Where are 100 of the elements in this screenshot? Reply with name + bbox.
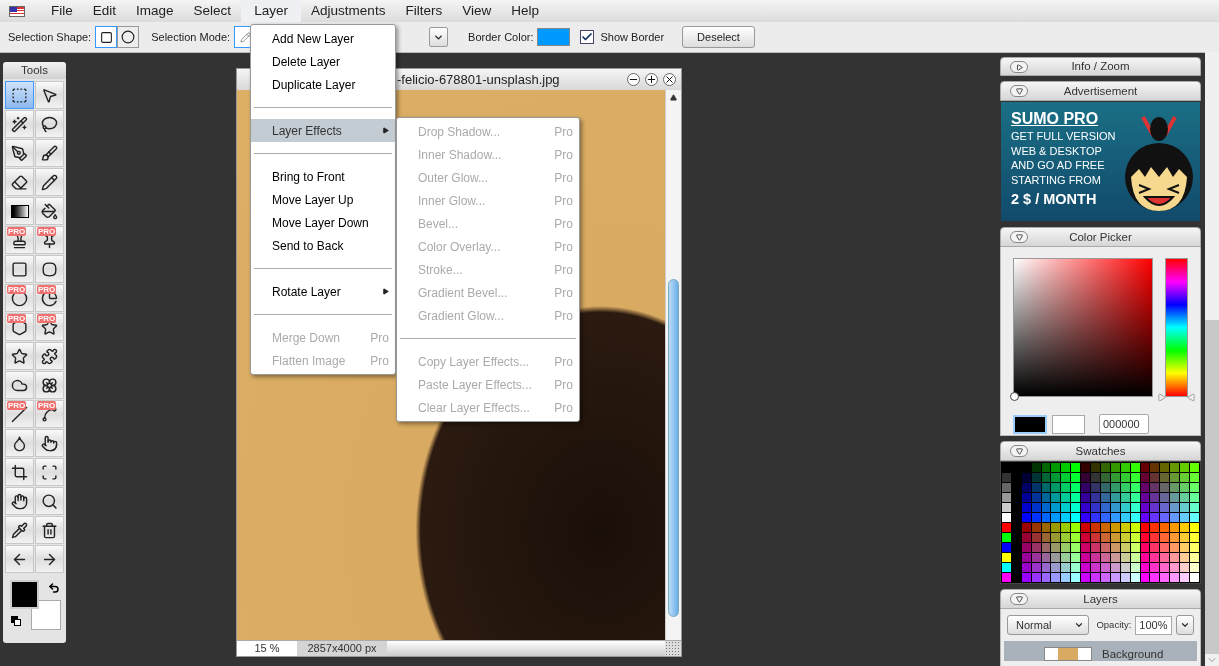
tool-button[interactable] (35, 110, 64, 138)
close-icon[interactable] (663, 73, 676, 86)
picker-handle[interactable] (1010, 392, 1019, 402)
tools-header: Tools (3, 62, 66, 79)
tool-button[interactable] (5, 81, 34, 109)
tool-button[interactable] (35, 545, 64, 573)
tool-button[interactable] (5, 255, 34, 283)
minimize-icon[interactable] (627, 73, 640, 86)
tool-button[interactable] (35, 458, 64, 486)
tool-button[interactable] (35, 168, 64, 196)
droplet-icon (11, 434, 28, 452)
tool-button[interactable] (35, 487, 64, 515)
eraser-icon (11, 173, 28, 191)
color-swatch[interactable] (537, 28, 571, 46)
tool-button[interactable] (5, 487, 34, 515)
tool-button[interactable] (35, 255, 64, 283)
ad-text: GET FULL VERSION (1011, 129, 1116, 144)
opacity-dropdown-button[interactable] (1175, 615, 1194, 636)
panel-header[interactable]: Layers (1000, 589, 1201, 610)
paint-bucket-icon (41, 202, 58, 220)
tool-button[interactable] (5, 458, 34, 486)
layer-row[interactable]: Background (1004, 641, 1197, 662)
menu-title[interactable]: Select (183, 0, 242, 22)
pro-badge: PRO (7, 227, 27, 236)
menu-item[interactable]: Move Layer Down (251, 211, 395, 234)
menu-title[interactable]: Help (501, 0, 549, 22)
menu-item[interactable]: Layer Effects (251, 119, 395, 142)
background-color[interactable] (31, 600, 61, 630)
menu-item[interactable]: Move Layer Up (251, 188, 395, 211)
tool-button[interactable] (5, 168, 34, 196)
foreground-color[interactable] (10, 580, 39, 609)
shape-button[interactable] (95, 26, 118, 48)
tool-button[interactable] (35, 197, 64, 225)
panel-header[interactable]: Swatches (1000, 441, 1201, 462)
scroll-thumb[interactable] (1205, 52, 1219, 320)
tool-button[interactable] (35, 81, 64, 109)
menu-title[interactable]: Edit (82, 0, 127, 22)
horizontal-scrollbar[interactable] (387, 641, 665, 656)
hue-slider-thumb[interactable] (1157, 393, 1196, 403)
menu-title[interactable]: View (452, 0, 502, 22)
advertisement-banner[interactable]: SUMO PRO GET FULL VERSION WEB & DESKTOP AND GO AD FREE STARTING FROM 2 $ / MONTH (1000, 101, 1201, 223)
panel-header[interactable]: Advertisement (1000, 81, 1201, 102)
tool-button[interactable] (35, 342, 64, 370)
tool-button[interactable] (35, 371, 64, 399)
tool-button[interactable] (5, 545, 34, 573)
menu-item[interactable]: Send to Back (251, 234, 395, 257)
transform-frame-icon (41, 463, 58, 481)
menu-title[interactable]: Layer (241, 0, 302, 22)
maximize-icon[interactable] (645, 73, 658, 86)
menu-title[interactable]: Adjustments (301, 0, 396, 22)
collapse-toggle-icon[interactable] (1010, 593, 1028, 606)
tool-button[interactable] (5, 197, 34, 225)
menu-title[interactable]: File (41, 0, 83, 22)
menu-item[interactable]: Duplicate Layer (251, 73, 395, 96)
resize-grip-icon[interactable] (665, 641, 681, 656)
panel-header[interactable]: Color Picker (1000, 227, 1201, 248)
dropdown-button[interactable] (429, 27, 449, 47)
blend-mode-dropdown[interactable]: Normal (1007, 615, 1090, 636)
expand-toggle-icon[interactable] (1010, 61, 1028, 73)
checkbox[interactable] (580, 30, 595, 44)
saturation-field[interactable] (1013, 258, 1153, 398)
scroll-thumb[interactable] (668, 279, 679, 617)
previous-color[interactable] (1052, 414, 1085, 434)
tool-button[interactable] (5, 371, 34, 399)
tool-button[interactable] (5, 139, 34, 167)
reset-colors-icon[interactable] (11, 616, 22, 627)
pro-badge: PRO (37, 401, 57, 410)
pen-nib-icon (11, 144, 28, 162)
collapse-toggle-icon[interactable] (1010, 85, 1028, 98)
menu-item[interactable]: Rotate Layer (251, 280, 395, 303)
flag-icon[interactable] (9, 5, 25, 17)
opacity-field[interactable]: 100% (1135, 615, 1172, 635)
swatch-grid[interactable] (1000, 461, 1201, 585)
ad-price: 2 $ / MONTH (1011, 190, 1098, 210)
shape-button[interactable] (117, 26, 140, 48)
tool-button[interactable] (35, 516, 64, 544)
collapse-toggle-icon[interactable] (1010, 231, 1028, 244)
current-color[interactable] (1013, 414, 1047, 434)
menu-title[interactable]: Image (126, 0, 184, 22)
ad-text: STARTING FROM (1011, 172, 1103, 188)
menu-title[interactable]: Filters (395, 0, 453, 22)
flower-icon (41, 376, 58, 394)
menu-item[interactable]: Delete Layer (251, 50, 395, 73)
tool-button[interactable] (35, 139, 64, 167)
deselect-button[interactable]: Deselect (682, 26, 755, 48)
tool-button[interactable] (5, 516, 34, 544)
tool-button[interactable] (35, 429, 64, 457)
panel-header[interactable]: Info / Zoom (1000, 57, 1201, 77)
hue-slider[interactable] (1157, 258, 1196, 403)
dashed-square-icon (11, 86, 28, 104)
swap-colors-icon[interactable] (48, 582, 60, 594)
scroll-up-icon[interactable] (670, 94, 677, 101)
tool-button[interactable] (5, 429, 34, 457)
window-title: -felicio-678801-unsplash.jpg (397, 70, 561, 89)
menu-item[interactable]: Add New Layer (251, 27, 395, 50)
tool-button[interactable] (5, 342, 34, 370)
hex-field[interactable]: 000000 (1099, 414, 1149, 435)
collapse-toggle-icon[interactable] (1010, 445, 1028, 458)
tool-button[interactable] (5, 110, 34, 138)
menu-item[interactable]: Bring to Front (251, 165, 395, 188)
